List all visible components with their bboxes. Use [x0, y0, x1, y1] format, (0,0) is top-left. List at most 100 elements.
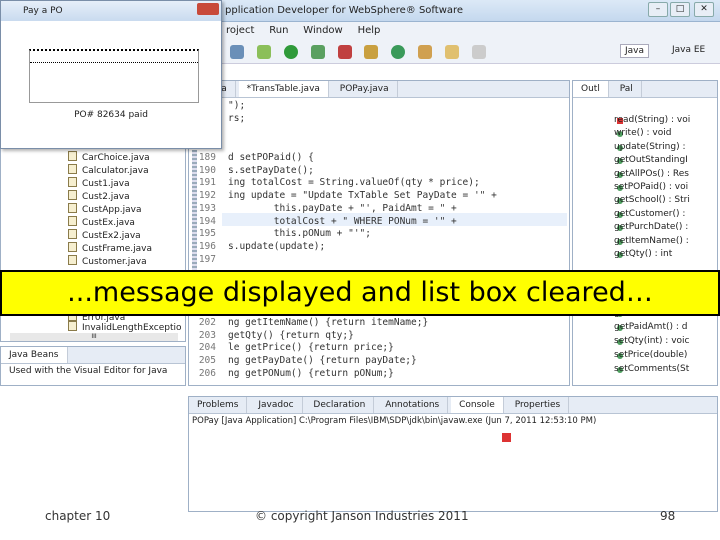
code-line: getQty() {return qty;}	[228, 329, 354, 341]
tab-console[interactable]: Console	[451, 397, 504, 413]
tab-popay[interactable]: POPay.java	[332, 81, 398, 97]
footer-copyright: © copyright Janson Industries 2011	[255, 509, 469, 523]
java-beans-view: Java Beans Used with the Visual Editor f…	[0, 346, 186, 386]
outline-item[interactable]: getPurchDate() :	[614, 221, 688, 234]
outline-item[interactable]: setPrice(double)	[614, 349, 687, 362]
dialog-close-button[interactable]	[197, 3, 219, 15]
tab-java-beans[interactable]: Java Beans	[1, 347, 68, 363]
code-line: ng getPONum() {return pONum;}	[228, 367, 394, 379]
outline-item[interactable]: read(String) : voi	[614, 114, 690, 127]
footer-chapter: chapter 10	[45, 509, 111, 523]
tab-javadoc[interactable]: Javadoc	[250, 397, 303, 413]
code-line: ing update = "Update TxTable Set PayDate…	[228, 190, 497, 202]
java-file-icon	[68, 255, 77, 265]
minimize-button[interactable]: –	[648, 2, 668, 17]
code-line: d setPOPaid() {	[228, 152, 314, 163]
code-line: ");	[228, 100, 246, 111]
code-line: le getPrice() {return price;}	[228, 342, 394, 354]
java-file-icon	[68, 321, 77, 331]
package-icon[interactable]	[364, 45, 379, 59]
file-item[interactable]: Calculator.java	[68, 164, 149, 176]
file-item[interactable]: CustEx2.java	[68, 229, 141, 241]
tab-properties[interactable]: Properties	[507, 397, 570, 413]
status-message: PO# 82634 paid	[74, 110, 148, 120]
line-number: 189	[198, 152, 216, 163]
tab-declaration[interactable]: Declaration	[305, 397, 375, 413]
console-status: POPay [Java Application] C:\Program File…	[192, 416, 597, 426]
debug-icon[interactable]	[256, 45, 271, 59]
run-config-icon[interactable]	[310, 45, 325, 59]
tab-problems[interactable]: Problems	[189, 397, 248, 413]
java-file-icon	[68, 216, 77, 226]
perspective-java[interactable]: Java	[620, 44, 650, 58]
outline-item[interactable]: getOutStandingI	[614, 154, 688, 167]
code-line: ng getPayDate() {return payDate;}	[228, 355, 417, 367]
tab-annotations[interactable]: Annotations	[377, 397, 449, 413]
line-number: 193	[198, 202, 216, 214]
code-line: rs;	[228, 113, 246, 124]
java-file-icon	[68, 190, 77, 200]
outline-item[interactable]: setComments(St	[614, 363, 689, 376]
outline-item[interactable]: update(String) :	[614, 141, 686, 154]
new-class-icon[interactable]	[391, 45, 406, 59]
line-number: 202	[198, 317, 216, 328]
run-icon[interactable]	[283, 45, 298, 59]
java-file-icon	[68, 203, 77, 213]
outline-item[interactable]: setQty(int) : voic	[614, 335, 690, 348]
outline-item[interactable]: setPOPaid() : voi	[614, 181, 688, 194]
java-file-icon	[68, 229, 77, 239]
footer-page-number: 98	[660, 509, 676, 523]
outline-item[interactable]: getCustomer() :	[614, 208, 685, 221]
line-number: 197	[198, 253, 216, 265]
maximize-button[interactable]: □	[670, 2, 690, 17]
line-number: 192	[198, 190, 216, 202]
menu-run[interactable]: Run	[269, 25, 288, 36]
line-number: 204	[198, 342, 216, 354]
po-list-box[interactable]	[29, 49, 199, 103]
file-item[interactable]: Customer.java	[68, 255, 147, 267]
file-item[interactable]: CustApp.java	[68, 203, 142, 215]
outline-item[interactable]: getQty() : int	[614, 248, 672, 261]
file-item[interactable]: CarChoice.java	[68, 151, 150, 163]
perspective-java-ee[interactable]: Java EE	[668, 44, 709, 56]
stop-icon[interactable]	[337, 45, 352, 59]
outline-item[interactable]: getItemName() :	[614, 235, 689, 248]
line-number: 203	[198, 329, 216, 341]
pay-po-dialog: Pay a PO PO# 82634 paid	[0, 0, 222, 149]
close-button[interactable]: ✕	[694, 2, 714, 17]
file-item[interactable]: CustFrame.java	[68, 242, 152, 254]
file-item[interactable]: CustEx.java	[68, 216, 135, 228]
file-item[interactable]: Cust2.java	[68, 190, 130, 202]
line-number: 196	[198, 240, 216, 252]
code-line: ing totalCost = String.valueOf(qty * pri…	[228, 177, 480, 189]
outline-item[interactable]: getAllPOs() : Res	[614, 168, 689, 181]
code-line: this.payDate + "', PaidAmt = " +	[228, 202, 457, 214]
line-number: 191	[198, 177, 216, 189]
search-icon[interactable]	[445, 45, 459, 59]
dialog-title: Pay a PO	[23, 6, 63, 16]
open-type-icon[interactable]	[418, 45, 433, 59]
terminate-icon[interactable]	[502, 433, 511, 442]
line-number: 206	[198, 367, 216, 379]
tab-outline[interactable]: Outl	[573, 81, 609, 97]
menu-help[interactable]: Help	[358, 25, 381, 36]
outline-item[interactable]: write() : void	[614, 127, 671, 140]
tab-transtable[interactable]: *TransTable.java	[238, 81, 329, 97]
file-item[interactable]: InvalidLengthExceptio	[68, 321, 182, 333]
file-item[interactable]: Cust1.java	[68, 177, 130, 189]
code-line: ng getItemName() {return itemName;}	[228, 317, 429, 328]
outline-item[interactable]: getPaidAmt() : d	[614, 321, 687, 334]
horizontal-scrollbar[interactable]: III	[10, 333, 178, 341]
java-file-icon	[68, 242, 77, 252]
new-icon[interactable]	[230, 45, 244, 59]
window-title: pplication Developer for WebSphere® Soft…	[225, 5, 464, 16]
caption-banner: ...message displayed and list box cleare…	[0, 270, 720, 316]
dialog-title-bar: Pay a PO	[1, 1, 221, 21]
line-number: 194	[198, 215, 216, 227]
annotation-icon[interactable]	[471, 45, 486, 59]
java-file-icon	[68, 164, 77, 174]
menu-window[interactable]: Window	[303, 25, 342, 36]
menu-project[interactable]: roject	[226, 25, 254, 36]
tab-palette[interactable]: Pal	[612, 81, 642, 97]
outline-item[interactable]: getSchool() : Stri	[614, 194, 690, 207]
